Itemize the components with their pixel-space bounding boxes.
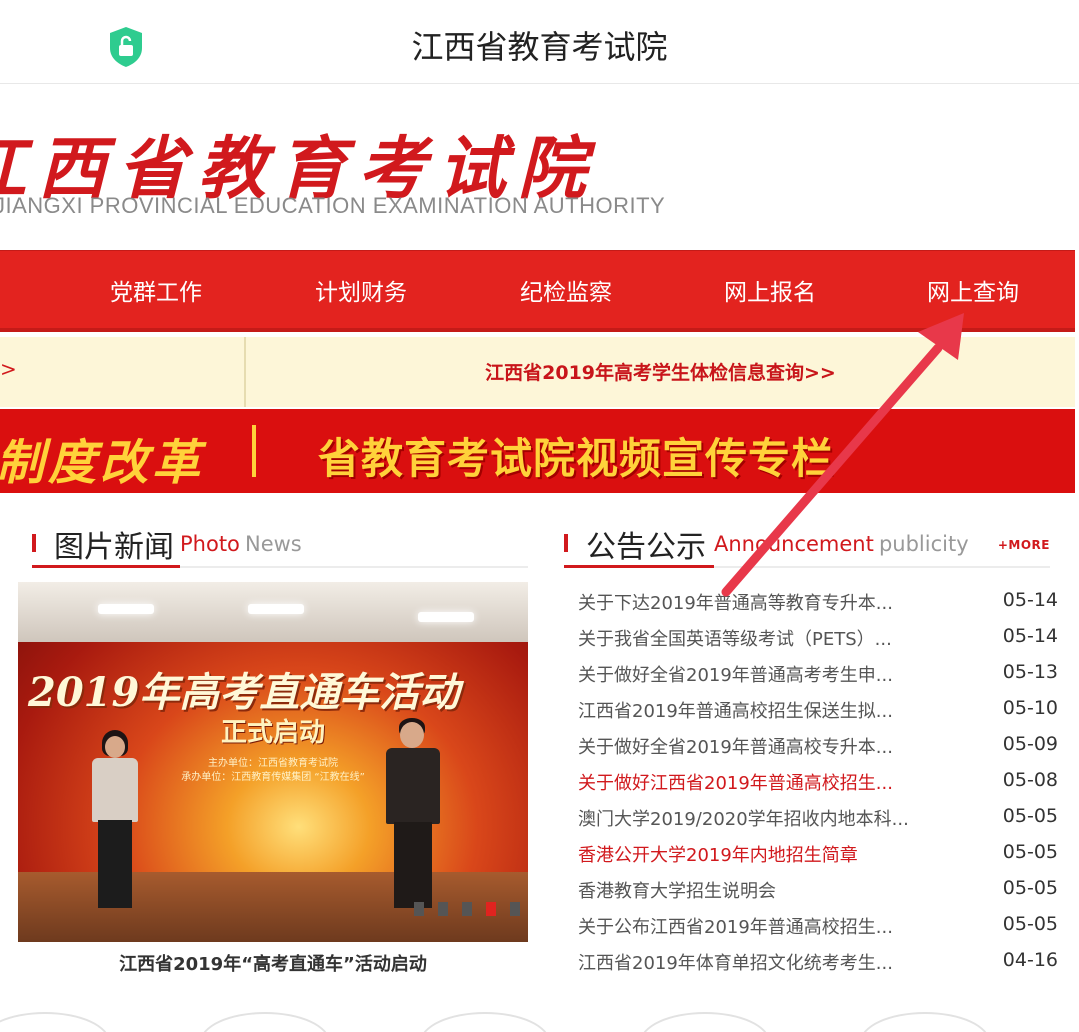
- announcements-title: 公告公示: [586, 530, 706, 565]
- list-item[interactable]: 香港公开大学2019年内地招生简章 05-05: [578, 841, 1058, 877]
- photo-headline: 2019年高考直通车活动: [28, 669, 460, 716]
- more-link[interactable]: +MORE: [998, 538, 1050, 552]
- photo-subheadline: 正式启动: [220, 718, 325, 748]
- notice-link[interactable]: 江西省2019年高考学生体检信息查询>>: [246, 358, 1075, 385]
- list-item[interactable]: 澳门大学2019/2020学年招收内地本科... 05-05: [578, 805, 1058, 841]
- site-banner: 江西省教育考试院 JIANGXI PROVINCIAL EDUCATION EX…: [0, 85, 1079, 250]
- nav-item-discipline[interactable]: 纪检监察: [496, 273, 636, 307]
- app-bar: 江西省教育考试院: [0, 0, 1079, 84]
- notice-left-cell: >: [0, 337, 246, 407]
- bottom-shortcut-row: [0, 1012, 1079, 1032]
- list-item[interactable]: 关于我省全国英语等级考试（PETS）... 05-14: [578, 625, 1058, 661]
- section-marker: [564, 534, 568, 552]
- carousel-dot[interactable]: [414, 902, 424, 916]
- list-item[interactable]: 关于做好江西省2019年普通高校招生... 05-08: [578, 769, 1058, 805]
- announcements-english: Announcement publicity: [714, 532, 969, 556]
- carousel-dot-active[interactable]: [486, 902, 496, 916]
- notice-strip: > 江西省2019年高考学生体检信息查询>>: [0, 337, 1075, 407]
- list-item[interactable]: 关于公布江西省2019年普通高校招生... 05-05: [578, 913, 1058, 949]
- news-photo[interactable]: 2019年高考直通车活动 正式启动 主办单位：江西省教育考试院 承办单位：江西教…: [18, 582, 528, 942]
- banner-english: JIANGXI PROVINCIAL EDUCATION EXAMINATION…: [0, 193, 666, 218]
- section-marker: [32, 534, 36, 552]
- section-divider-accent: [32, 565, 180, 568]
- nav-item-online-query[interactable]: 网上查询: [903, 273, 1043, 307]
- list-item[interactable]: 关于下达2019年普通高等教育专升本... 05-14: [578, 589, 1058, 625]
- carousel-dots: [400, 901, 520, 920]
- list-item[interactable]: 江西省2019年体育单招文化统考考生... 04-16: [578, 949, 1058, 985]
- photo-news-header: 图片新闻 Photo News: [32, 518, 528, 578]
- nav-item-online-registration[interactable]: 网上报名: [700, 273, 840, 307]
- section-divider-accent: [564, 565, 714, 568]
- list-item[interactable]: 关于做好全省2019年普通高校专升本... 05-09: [578, 733, 1058, 769]
- photo-news-title: 图片新闻: [54, 530, 174, 565]
- notice-left-link[interactable]: >: [0, 357, 17, 381]
- promo-reform-text: 制度改革: [0, 435, 205, 491]
- announcements-header: 公告公示 Announcement publicity +MORE: [564, 518, 1050, 578]
- photo-caption[interactable]: 江西省2019年“高考直通车”活动启动: [18, 950, 528, 976]
- announcement-list: 关于下达2019年普通高等教育专升本... 05-14 关于我省全国英语等级考试（…: [578, 589, 1058, 985]
- app-title: 江西省教育考试院: [411, 28, 668, 66]
- nav-item-party[interactable]: 党群工作: [86, 273, 226, 307]
- list-item[interactable]: 江西省2019年普通高校招生保送生拟... 05-10: [578, 697, 1058, 733]
- promo-bar[interactable]: 制度改革 省教育考试院视频宣传专栏: [0, 409, 1075, 493]
- promo-video-column[interactable]: 省教育考试院视频宣传专栏: [318, 425, 834, 486]
- list-item[interactable]: 香港教育大学招生说明会 05-05: [578, 877, 1058, 913]
- main-nav: 党群工作 计划财务 纪检监察 网上报名 网上查询: [0, 250, 1075, 332]
- carousel-dot[interactable]: [462, 902, 472, 916]
- carousel-dot[interactable]: [438, 902, 448, 916]
- list-item[interactable]: 关于做好全省2019年普通高考考生申... 05-13: [578, 661, 1058, 697]
- photo-news-english: Photo News: [180, 532, 302, 556]
- nav-item-finance[interactable]: 计划财务: [291, 273, 431, 307]
- carousel-dot[interactable]: [510, 902, 520, 916]
- promo-separator: [252, 425, 256, 477]
